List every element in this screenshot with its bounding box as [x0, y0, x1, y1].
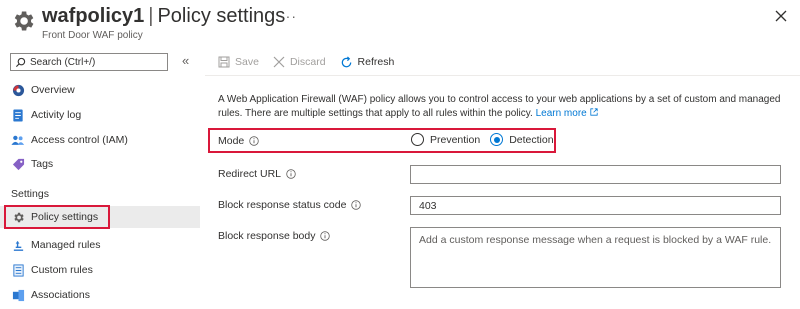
- highlight-box-policy-settings: [4, 205, 110, 229]
- page-title: wafpolicy1 | Policy settings: [42, 5, 285, 28]
- search-icon: [15, 57, 26, 67]
- redirect-url-label: Redirect URL: [218, 168, 296, 180]
- associations-icon: [10, 287, 26, 303]
- discard-button[interactable]: Discard: [273, 56, 326, 68]
- radio-circle-selected[interactable]: [490, 133, 504, 146]
- resource-type: Front Door WAF policy: [42, 30, 143, 41]
- title-separator: |: [148, 5, 154, 27]
- info-icon[interactable]: [286, 169, 296, 179]
- mode-radio-group: Prevention Detection: [411, 133, 554, 146]
- block-status-code-input[interactable]: 403: [410, 196, 781, 215]
- sidebar-item-overview[interactable]: Overview: [0, 79, 200, 101]
- sidebar-item-label: Managed rules: [31, 239, 101, 251]
- radio-label: Prevention: [430, 133, 481, 146]
- external-link-icon: [589, 108, 598, 116]
- sidebar-item-activity-log[interactable]: Activity log: [0, 104, 200, 126]
- toolbar-divider: [205, 75, 800, 76]
- resource-name: wafpolicy1: [42, 5, 145, 27]
- sidebar-item-tags[interactable]: Tags: [0, 153, 200, 175]
- save-button[interactable]: Save: [218, 56, 259, 68]
- sidebar-item-label: Overview: [31, 84, 75, 96]
- save-label: Save: [235, 56, 259, 68]
- sidebar-item-label: Activity log: [31, 109, 82, 121]
- radio-detection[interactable]: Detection: [490, 133, 554, 146]
- radio-label: Detection: [509, 133, 554, 146]
- search-placeholder: Search (Ctrl+/): [30, 56, 96, 68]
- collapse-sidebar-button[interactable]: «: [182, 53, 189, 68]
- blade-header: wafpolicy1 | Policy settings Front Door WA…: [0, 0, 800, 50]
- discard-label: Discard: [289, 56, 326, 68]
- sidebar-item-access-control[interactable]: Access control (IAM): [0, 129, 200, 151]
- managed-rules-icon: [10, 237, 26, 253]
- close-icon[interactable]: [774, 9, 788, 23]
- sidebar-item-associations[interactable]: Associations: [0, 284, 200, 306]
- info-icon[interactable]: [249, 136, 259, 146]
- command-bar: Save Discard Refresh: [218, 52, 408, 72]
- page-name: Policy settings: [157, 5, 286, 27]
- save-icon: [218, 56, 230, 68]
- redirect-url-input[interactable]: [410, 165, 781, 184]
- policy-description: A Web Application Firewall (WAF) policy …: [218, 93, 793, 121]
- sidebar-item-label: Associations: [31, 289, 90, 301]
- custom-rules-icon: [10, 262, 26, 278]
- radio-circle[interactable]: [411, 133, 424, 146]
- tag-icon: [10, 156, 26, 172]
- activity-log-icon: [10, 107, 26, 123]
- discard-icon: [273, 56, 285, 68]
- refresh-icon: [341, 56, 351, 67]
- radio-prevention[interactable]: Prevention: [411, 133, 480, 146]
- refresh-label: Refresh: [357, 56, 395, 68]
- info-icon[interactable]: [320, 231, 331, 241]
- block-response-body-textarea[interactable]: Add a custom response message when a req…: [410, 227, 781, 288]
- sidebar-item-label: Access control (IAM): [31, 134, 128, 146]
- learn-more-link[interactable]: Learn more: [536, 108, 598, 119]
- block-status-code-label: Block response status code: [218, 199, 362, 211]
- refresh-button[interactable]: Refresh: [340, 56, 395, 69]
- more-options-button[interactable]: ···: [280, 8, 297, 24]
- description-text: A Web Application Firewall (WAF) policy …: [218, 94, 781, 119]
- sidebar-item-label: Tags: [31, 158, 54, 170]
- overview-icon: [10, 82, 26, 98]
- people-icon: [10, 132, 26, 148]
- gear-icon: [14, 11, 34, 31]
- block-response-body-label: Block response body: [218, 230, 331, 242]
- info-icon[interactable]: [351, 200, 362, 210]
- sidebar-section-settings: Settings: [11, 188, 49, 200]
- search-input[interactable]: Search (Ctrl+/): [10, 53, 168, 71]
- mode-label: Mode: [218, 135, 259, 147]
- sidebar-item-managed-rules[interactable]: Managed rules: [0, 234, 200, 256]
- sidebar-item-label: Custom rules: [31, 264, 93, 276]
- sidebar-item-custom-rules[interactable]: Custom rules: [0, 259, 200, 281]
